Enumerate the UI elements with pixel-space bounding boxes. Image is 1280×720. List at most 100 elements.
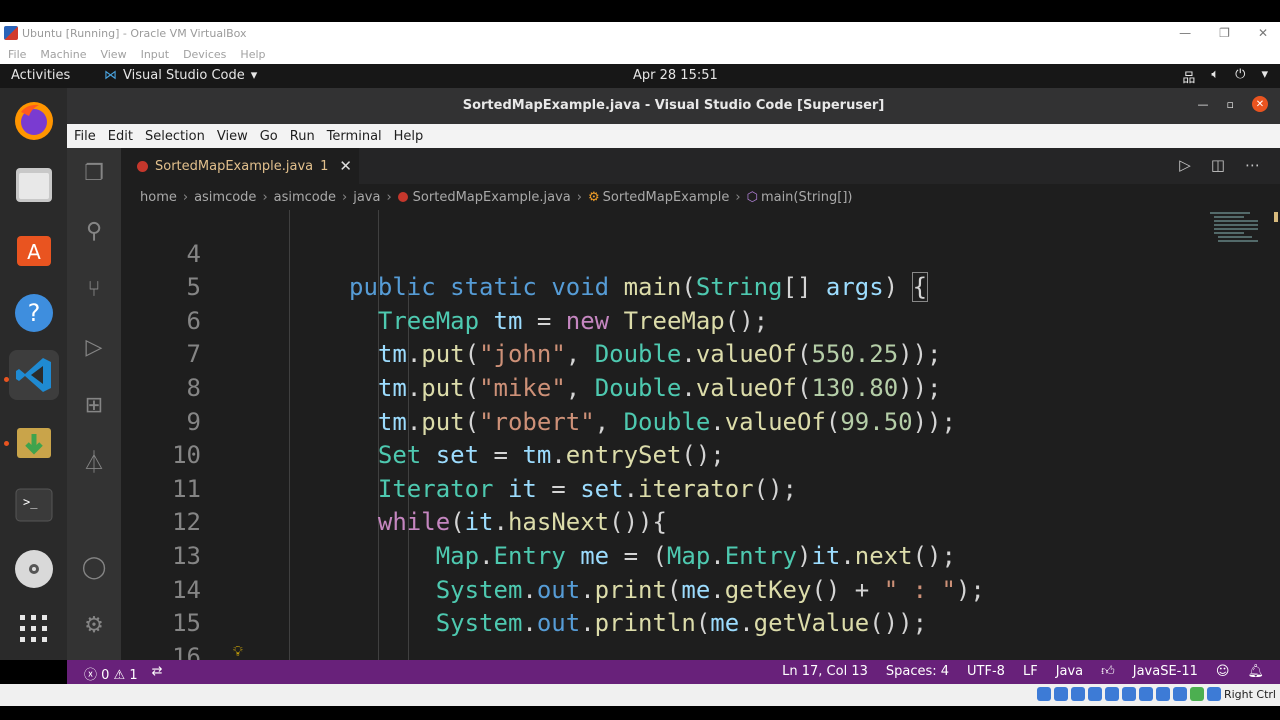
maximize-icon[interactable]: ▫ xyxy=(1227,98,1234,112)
source-control-icon[interactable]: ⑂ xyxy=(80,276,108,304)
show-applications-button[interactable] xyxy=(9,604,59,654)
help-launcher[interactable]: ? xyxy=(9,288,59,338)
minimap[interactable] xyxy=(1202,210,1272,250)
menu-run[interactable]: Run xyxy=(290,129,315,144)
more-actions-icon[interactable]: ⋯ xyxy=(1245,156,1260,174)
split-editor-icon[interactable]: ◫ xyxy=(1211,156,1225,174)
menu-machine[interactable]: Machine xyxy=(40,48,86,61)
extensions-icon[interactable]: ⊞ xyxy=(80,392,108,420)
firefox-icon xyxy=(15,102,53,140)
menu-help[interactable]: Help xyxy=(394,129,424,144)
recording-icon[interactable] xyxy=(1155,687,1170,701)
firefox-launcher[interactable] xyxy=(9,96,59,146)
tab-close-icon[interactable]: ✕ xyxy=(339,157,352,175)
network-icon[interactable]: 品 xyxy=(1182,67,1195,86)
breadcrumb-asimcode[interactable]: asimcode xyxy=(194,190,256,205)
menu-edit[interactable]: Edit xyxy=(108,129,133,144)
breadcrumb-class[interactable]: SortedMapExample xyxy=(603,190,730,205)
system-tray[interactable]: 品 🔈︎ ⏻ ▾ xyxy=(1182,67,1268,86)
vscode-titlebar: SortedMapExample.java - Visual Studio Co… xyxy=(67,88,1280,124)
code-editor[interactable]: 4 public static void main(String[] args)… xyxy=(121,210,1280,660)
thumbs-up-icon[interactable]: 👍︎ xyxy=(1101,664,1115,679)
installer-launcher[interactable] xyxy=(9,418,59,468)
help-icon: ? xyxy=(15,294,53,332)
breadcrumb-home[interactable]: home xyxy=(140,190,177,205)
minimize-button[interactable]: — xyxy=(1179,22,1191,44)
clock[interactable]: Apr 28 15:51 xyxy=(633,68,718,83)
tray-chevron-icon[interactable]: ▾ xyxy=(1261,67,1268,86)
cpu-icon[interactable] xyxy=(1172,687,1187,701)
menu-go[interactable]: Go xyxy=(260,129,278,144)
java-runtime[interactable]: JavaSE-11 xyxy=(1133,664,1198,679)
files-launcher[interactable] xyxy=(9,160,59,210)
app-menu[interactable]: ⋈ Visual Studio Code ▾ xyxy=(104,68,257,83)
usb-icon[interactable] xyxy=(1104,687,1119,701)
settings-gear-icon[interactable]: ⚙ xyxy=(80,612,108,640)
vscode-icon xyxy=(16,358,51,392)
menu-devices[interactable]: Devices xyxy=(183,48,226,61)
menu-help[interactable]: Help xyxy=(240,48,265,61)
feedback-icon[interactable]: ☺ xyxy=(1216,664,1230,679)
menu-file[interactable]: File xyxy=(74,129,96,144)
optical-drive-icon[interactable] xyxy=(1053,687,1068,701)
breadcrumb-java[interactable]: java xyxy=(353,190,380,205)
apps-grid-icon xyxy=(20,615,47,642)
code-line: 13 System.out.print(me.getKey() + " : ")… xyxy=(121,506,1201,604)
terminal-launcher[interactable]: >_ xyxy=(9,480,59,530)
network-adapter-icon[interactable] xyxy=(1087,687,1102,701)
menu-selection[interactable]: Selection xyxy=(145,129,205,144)
breadcrumb-file[interactable]: SortedMapExample.java xyxy=(413,190,571,205)
end-of-line[interactable]: LF xyxy=(1023,664,1038,679)
accounts-icon[interactable]: ◯ xyxy=(80,554,108,582)
vt-x-icon[interactable] xyxy=(1189,687,1204,701)
notifications-bell-icon[interactable]: 🔔︎ xyxy=(1247,664,1264,679)
software-launcher[interactable]: A xyxy=(9,224,59,274)
menu-terminal[interactable]: Terminal xyxy=(327,129,382,144)
minimize-icon[interactable]: — xyxy=(1198,98,1209,112)
activities-button[interactable]: Activities xyxy=(11,68,70,83)
close-icon[interactable]: ✕ xyxy=(1252,96,1268,112)
volume-icon[interactable]: 🔈︎ xyxy=(1211,67,1219,86)
tab-sortedmapexample[interactable]: SortedMapExample.java 1 ✕ xyxy=(121,148,359,184)
close-button[interactable]: ✕ xyxy=(1258,22,1268,44)
svg-text:A: A xyxy=(27,240,41,264)
cursor-position[interactable]: Ln 17, Col 13 xyxy=(782,664,868,679)
display-icon[interactable] xyxy=(1138,687,1153,701)
menu-view[interactable]: View xyxy=(100,48,126,61)
run-debug-icon[interactable]: ▷ xyxy=(80,334,108,362)
menu-file[interactable]: File xyxy=(8,48,26,61)
code-line: 8 tm.put("robert", Double.valueOf(99.50)… xyxy=(121,338,1201,436)
search-icon[interactable]: ⚲ xyxy=(80,218,108,246)
chevron-down-icon: ▾ xyxy=(250,68,258,83)
mouse-integration-icon[interactable] xyxy=(1206,687,1221,701)
code-line: 12 Map.Entry me = (Map.Entry)it.next(); xyxy=(121,473,1201,570)
lightbulb-icon[interactable]: 💡︎ xyxy=(233,644,245,660)
menu-input[interactable]: Input xyxy=(141,48,169,61)
menu-view[interactable]: View xyxy=(217,129,248,144)
language-mode[interactable]: Java xyxy=(1056,664,1083,679)
chevron-right-icon: › xyxy=(576,189,582,205)
vscode-launcher[interactable] xyxy=(9,350,59,400)
live-share-icon[interactable]: ⇄ xyxy=(152,664,163,683)
power-icon[interactable]: ⏻ xyxy=(1235,67,1245,86)
restore-button[interactable]: ❐ xyxy=(1219,22,1230,44)
breadcrumb-asimcode-2[interactable]: asimcode xyxy=(274,190,336,205)
chevron-right-icon: › xyxy=(342,189,348,205)
run-icon[interactable]: ▷ xyxy=(1179,156,1191,174)
code-line: 5 TreeMap tm = new TreeMap(); xyxy=(121,238,1201,335)
explorer-icon[interactable]: ❐ xyxy=(80,160,108,188)
code-line: 17 System.out.println(); xyxy=(121,641,1201,660)
indentation[interactable]: Spaces: 4 xyxy=(886,664,949,679)
audio-icon[interactable] xyxy=(1070,687,1085,701)
breadcrumb-method[interactable]: main(String[]) xyxy=(761,190,853,205)
dvd-launcher[interactable] xyxy=(9,544,59,594)
hard-disk-icon[interactable] xyxy=(1036,687,1051,701)
java-file-icon xyxy=(137,160,148,172)
shared-folders-icon[interactable] xyxy=(1121,687,1136,701)
encoding[interactable]: UTF-8 xyxy=(967,664,1005,679)
class-icon: ⚙ xyxy=(587,189,600,205)
scrollbar-marker xyxy=(1274,212,1278,222)
problems-indicator[interactable]: ⓧ 0 ⚠ 1 xyxy=(84,664,138,683)
testing-icon[interactable]: ⏃ xyxy=(80,450,108,478)
tab-problem-count: 1 xyxy=(320,158,329,174)
